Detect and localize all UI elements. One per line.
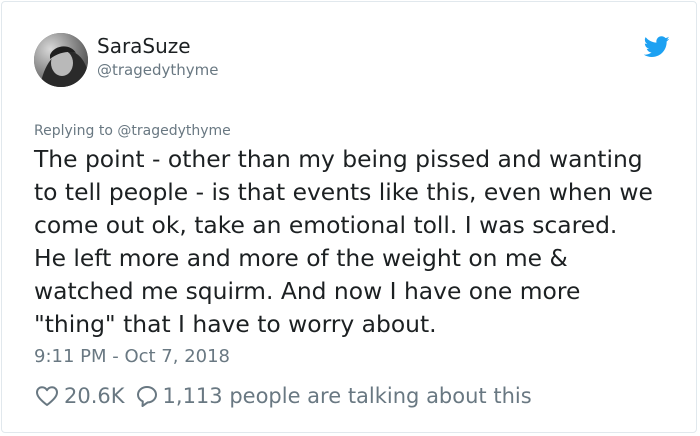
user-handle[interactable]: @tragedythyme — [97, 60, 219, 80]
avatar[interactable] — [34, 33, 88, 87]
tweet-text: The point - other than my being pissed a… — [34, 143, 674, 341]
display-name[interactable]: SaraSuze — [97, 34, 191, 58]
heart-icon[interactable] — [35, 384, 59, 408]
replying-to[interactable]: Replying to @tragedythyme — [34, 121, 231, 141]
conversation-link[interactable]: 1,113 people are talking about this — [163, 384, 532, 408]
tweet-line: to tell people - is that events like thi… — [34, 178, 653, 206]
like-count[interactable]: 20.6K — [64, 384, 125, 408]
tweet-line: The point - other than my being pissed a… — [34, 145, 643, 173]
speech-bubble-icon[interactable] — [135, 384, 159, 408]
tweet-actions: 20.6K 1,113 people are talking about thi… — [35, 382, 532, 410]
tweet-line: watched me squirm. And now I have one mo… — [34, 277, 581, 305]
tweet-line: "thing" that I have to worry about. — [34, 310, 437, 338]
timestamp[interactable]: 9:11 PM - Oct 7, 2018 — [34, 346, 230, 368]
twitter-bird-icon[interactable] — [643, 36, 670, 58]
tweet-line: come out ok, take an emotional toll. I w… — [34, 211, 618, 239]
tweet-line: He left more and more of the weight on m… — [34, 244, 568, 272]
tweet-card[interactable]: SaraSuze @tragedythyme Replying to @trag… — [1, 1, 697, 433]
